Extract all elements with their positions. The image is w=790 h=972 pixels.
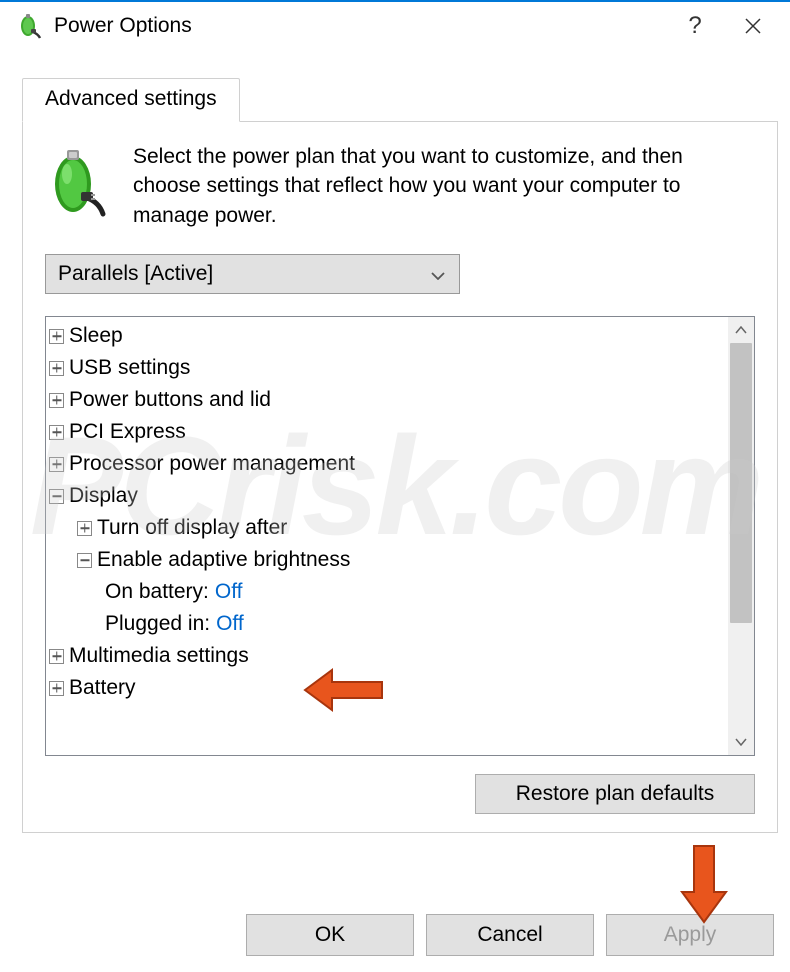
- tree-item-label: Plugged in:: [105, 608, 210, 640]
- tree-item[interactable]: Display: [49, 480, 728, 512]
- tree-item[interactable]: Power buttons and lid: [49, 384, 728, 416]
- intro-text: Select the power plan that you want to c…: [133, 142, 755, 230]
- tab-strip: Advanced settings: [22, 78, 778, 122]
- tree-item[interactable]: On battery:Off: [49, 576, 728, 608]
- tree-item[interactable]: Processor power management: [49, 448, 728, 480]
- plan-selected-label: Parallels [Active]: [58, 262, 213, 286]
- expand-icon[interactable]: [49, 329, 64, 344]
- close-button[interactable]: [724, 2, 782, 50]
- expand-icon[interactable]: [49, 425, 64, 440]
- restore-defaults-button[interactable]: Restore plan defaults: [475, 774, 755, 814]
- settings-tree: SleepUSB settingsPower buttons and lidPC…: [45, 316, 755, 756]
- expand-icon[interactable]: [77, 521, 92, 536]
- power-options-dialog: Power Options ? Advanced settings: [0, 0, 790, 972]
- dialog-button-bar: OK Cancel Apply: [246, 914, 774, 956]
- tree-item-label: Enable adaptive brightness: [97, 544, 350, 576]
- tab-advanced-settings[interactable]: Advanced settings: [22, 78, 240, 122]
- tree-item-label: USB settings: [69, 352, 190, 384]
- tree-item-value[interactable]: Off: [216, 608, 244, 640]
- collapse-icon[interactable]: [77, 553, 92, 568]
- title-bar: Power Options ?: [0, 2, 790, 50]
- expand-icon[interactable]: [49, 361, 64, 376]
- battery-plug-icon: [16, 12, 44, 40]
- tab-content: Select the power plan that you want to c…: [22, 122, 778, 833]
- tree-item-label: PCI Express: [69, 416, 186, 448]
- scroll-down-icon[interactable]: [728, 729, 754, 755]
- collapse-icon[interactable]: [49, 489, 64, 504]
- intro-section: Select the power plan that you want to c…: [45, 142, 755, 230]
- cancel-button[interactable]: Cancel: [426, 914, 594, 956]
- tree-item[interactable]: Multimedia settings: [49, 640, 728, 672]
- window-title: Power Options: [54, 14, 666, 38]
- expand-icon[interactable]: [49, 393, 64, 408]
- tree-item[interactable]: Battery: [49, 672, 728, 704]
- tree-item[interactable]: PCI Express: [49, 416, 728, 448]
- tree-item-label: Battery: [69, 672, 136, 704]
- tree-item-label: Processor power management: [69, 448, 355, 480]
- scrollbar[interactable]: [728, 317, 754, 755]
- expand-icon[interactable]: [49, 681, 64, 696]
- expand-icon[interactable]: [49, 649, 64, 664]
- help-button[interactable]: ?: [666, 2, 724, 50]
- tree-item-label: On battery:: [105, 576, 209, 608]
- tree-item-label: Power buttons and lid: [69, 384, 271, 416]
- chevron-down-icon: [431, 262, 445, 286]
- scroll-track[interactable]: [728, 343, 754, 729]
- scroll-up-icon[interactable]: [728, 317, 754, 343]
- tree-item-label: Turn off display after: [97, 512, 287, 544]
- tree-item[interactable]: Enable adaptive brightness: [49, 544, 728, 576]
- apply-button[interactable]: Apply: [606, 914, 774, 956]
- scroll-thumb[interactable]: [730, 343, 752, 623]
- tree-item[interactable]: Plugged in:Off: [49, 608, 728, 640]
- battery-large-icon: [45, 146, 109, 218]
- ok-button[interactable]: OK: [246, 914, 414, 956]
- power-plan-select[interactable]: Parallels [Active]: [45, 254, 460, 294]
- tree-item-label: Sleep: [69, 320, 123, 352]
- tree-item[interactable]: Turn off display after: [49, 512, 728, 544]
- tree-item[interactable]: USB settings: [49, 352, 728, 384]
- tree-item-label: Multimedia settings: [69, 640, 249, 672]
- expand-icon[interactable]: [49, 457, 64, 472]
- tree-item-label: Display: [69, 480, 138, 512]
- tree-item-value[interactable]: Off: [215, 576, 243, 608]
- tree-item[interactable]: Sleep: [49, 320, 728, 352]
